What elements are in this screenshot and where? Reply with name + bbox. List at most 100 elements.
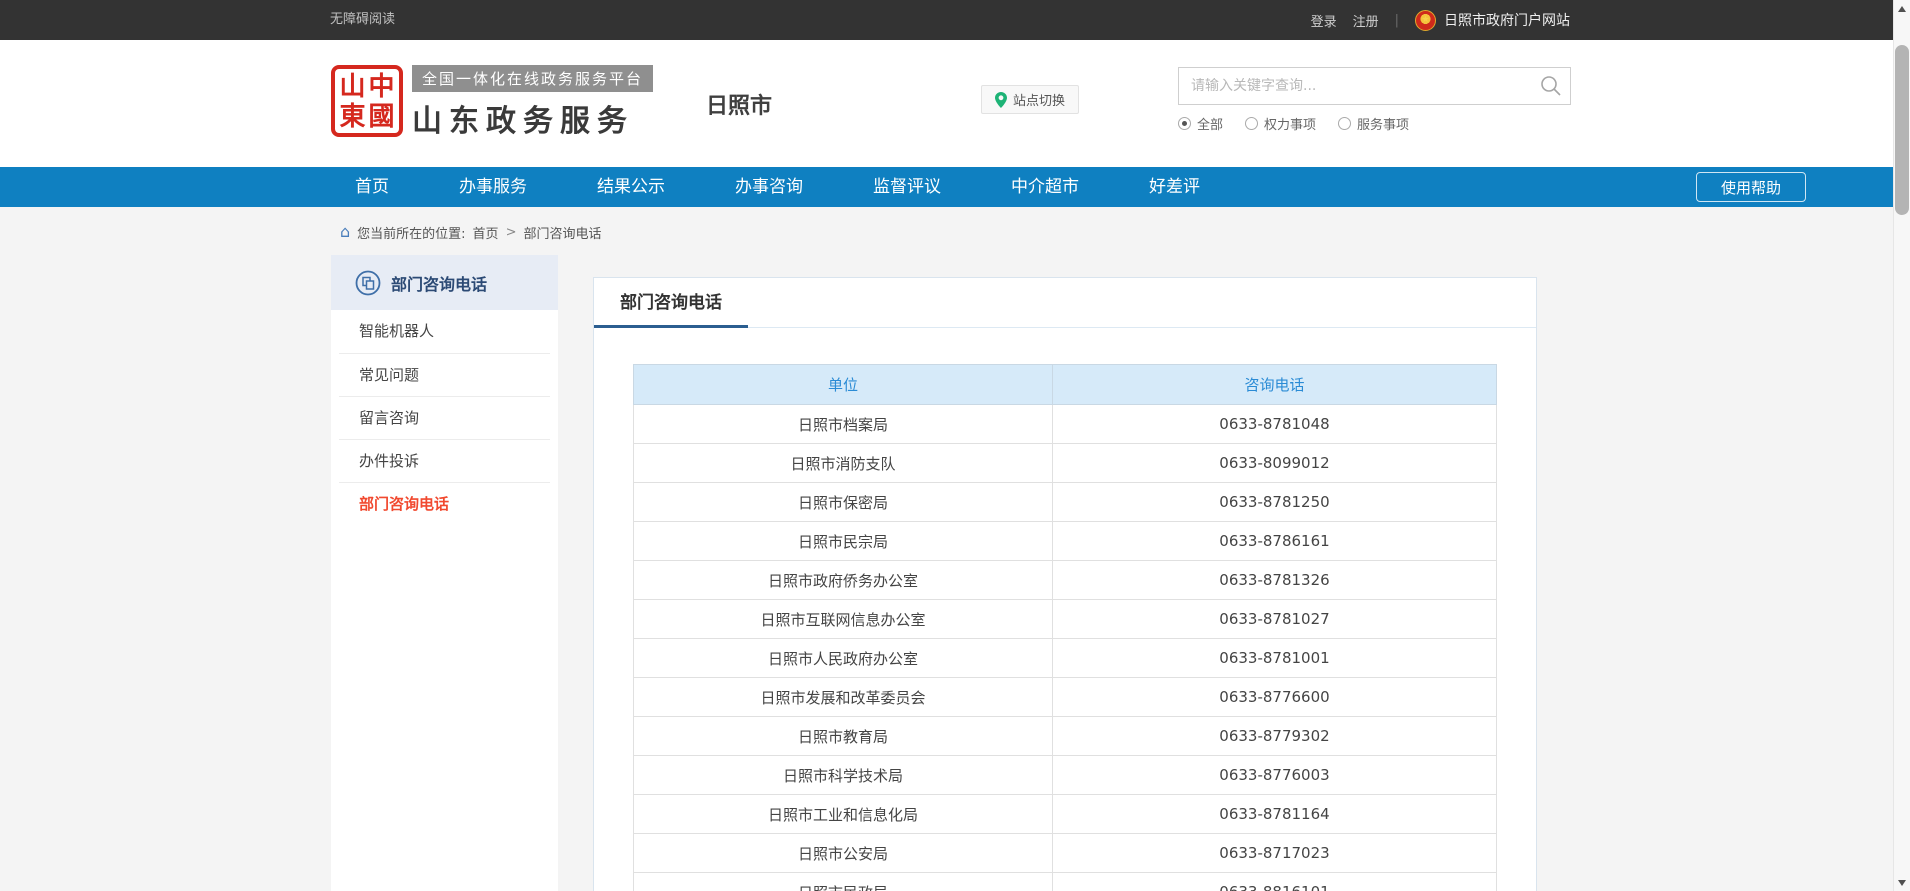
nav-item-home[interactable]: 首页: [355, 167, 389, 207]
phone-cell: 0633-8781027: [1053, 600, 1497, 639]
seal-char: 國: [367, 102, 396, 132]
scope-label: 权力事项: [1264, 114, 1316, 133]
table-row: 日照市科学技术局0633-8776003: [634, 756, 1497, 795]
unit-cell: 日照市档案局: [634, 405, 1053, 444]
scope-radio-all[interactable]: [1178, 117, 1191, 130]
seal-char: 山: [338, 72, 367, 102]
column-header-phone[interactable]: 咨询电话: [1053, 365, 1497, 405]
table-row: 日照市教育局0633-8779302: [634, 717, 1497, 756]
breadcrumb-prefix: 您当前所在的位置:: [357, 223, 465, 242]
portal-link[interactable]: ★ 日照市政府门户网站: [1415, 10, 1570, 31]
phone-cell: 0633-8781164: [1053, 795, 1497, 834]
search-button[interactable]: [1532, 68, 1570, 104]
site-switch-button[interactable]: 站点切换: [981, 85, 1079, 114]
phone-cell: 0633-8099012: [1053, 444, 1497, 483]
platform-banner: 全国一体化在线政务服务平台: [412, 65, 653, 92]
phone-cell: 0633-8786161: [1053, 522, 1497, 561]
login-link[interactable]: 登录: [1311, 11, 1337, 30]
phone-cell: 0633-8776600: [1053, 678, 1497, 717]
scope-option-service[interactable]: 服务事项: [1338, 114, 1409, 133]
search-scope-options: 全部 权力事项 服务事项: [1178, 114, 1409, 133]
help-button[interactable]: 使用帮助: [1696, 172, 1806, 202]
phone-cell: 0633-8717023: [1053, 834, 1497, 873]
table-row: 日照市人民政府办公室0633-8781001: [634, 639, 1497, 678]
sidebar-item-robot[interactable]: 智能机器人: [339, 310, 550, 353]
table-row: 日照市公安局0633-8717023: [634, 834, 1497, 873]
phone-cell: 0633-8779302: [1053, 717, 1497, 756]
down-arrow-icon: [1898, 880, 1906, 886]
unit-cell: 日照市政府侨务办公室: [634, 561, 1053, 600]
table-row: 日照市发展和改革委员会0633-8776600: [634, 678, 1497, 717]
scope-label: 服务事项: [1357, 114, 1409, 133]
main-nav: 首页 办事服务 结果公示 办事咨询 监督评议 中介超市 好差评 使用帮助: [0, 167, 1893, 207]
unit-cell: 日照市科学技术局: [634, 756, 1053, 795]
tab-bar: 部门咨询电话: [594, 278, 1536, 328]
search-icon: [1540, 75, 1562, 97]
nav-item-supervision[interactable]: 监督评议: [873, 167, 941, 207]
shandong-seal-icon: 山 中 東 國: [331, 65, 403, 137]
unit-cell: 日照市发展和改革委员会: [634, 678, 1053, 717]
main-panel: 部门咨询电话 单位 咨询电话 日照市档案局0633-8781048 日照市消防支…: [593, 277, 1537, 891]
sidebar-item-faq[interactable]: 常见问题: [339, 353, 550, 396]
scope-radio-service[interactable]: [1338, 117, 1351, 130]
vertical-scrollbar[interactable]: [1893, 0, 1910, 891]
unit-cell: 日照市工业和信息化局: [634, 795, 1053, 834]
table-row: 日照市工业和信息化局0633-8781164: [634, 795, 1497, 834]
nav-item-results[interactable]: 结果公示: [597, 167, 665, 207]
unit-cell: 日照市保密局: [634, 483, 1053, 522]
table-row: 日照市消防支队0633-8099012: [634, 444, 1497, 483]
sidebar-header: 部门咨询电话: [331, 255, 558, 310]
table-row: 日照市互联网信息办公室0633-8781027: [634, 600, 1497, 639]
nav-item-rating[interactable]: 好差评: [1149, 167, 1200, 207]
site-logo[interactable]: 山 中 東 國 全国一体化在线政务服务平台 山东政务服务: [331, 65, 653, 140]
national-emblem-icon: ★: [1415, 10, 1436, 31]
scrollbar-thumb[interactable]: [1895, 45, 1909, 215]
pages-icon: [355, 270, 381, 296]
accessibility-link[interactable]: 无障碍阅读: [330, 0, 395, 40]
unit-cell: 日照市互联网信息办公室: [634, 600, 1053, 639]
register-link[interactable]: 注册: [1353, 11, 1379, 30]
sidebar-item-complaint[interactable]: 办件投诉: [339, 439, 550, 482]
phone-cell: 0633-8816101: [1053, 873, 1497, 891]
nav-item-intermediary[interactable]: 中介超市: [1011, 167, 1079, 207]
table-row: 日照市民政局0633-8816101: [634, 873, 1497, 891]
brand-title: 山东政务服务: [412, 96, 653, 140]
breadcrumb-current: 部门咨询电话: [523, 223, 601, 242]
phone-cell: 0633-8781250: [1053, 483, 1497, 522]
column-header-unit[interactable]: 单位: [634, 365, 1053, 405]
sidebar: 部门咨询电话 智能机器人 常见问题 留言咨询 办件投诉 部门咨询电话: [331, 255, 558, 891]
sidebar-item-phones[interactable]: 部门咨询电话: [339, 482, 550, 525]
breadcrumb-home[interactable]: 首页: [473, 223, 499, 242]
tab-department-phones[interactable]: 部门咨询电话: [594, 278, 748, 328]
search-input[interactable]: [1179, 78, 1532, 94]
search-box: [1178, 67, 1571, 105]
nav-item-consult[interactable]: 办事咨询: [735, 167, 803, 207]
sidebar-title: 部门咨询电话: [391, 271, 487, 295]
phone-cell: 0633-8781048: [1053, 405, 1497, 444]
table-row: 日照市保密局0633-8781250: [634, 483, 1497, 522]
portal-name: 日照市政府门户网站: [1444, 10, 1570, 30]
phone-cell: 0633-8781326: [1053, 561, 1497, 600]
phone-table: 单位 咨询电话 日照市档案局0633-8781048 日照市消防支队0633-8…: [633, 364, 1497, 891]
sidebar-item-message[interactable]: 留言咨询: [339, 396, 550, 439]
table-row: 日照市民宗局0633-8786161: [634, 522, 1497, 561]
scope-radio-power[interactable]: [1245, 117, 1258, 130]
home-icon: ⌂: [340, 224, 350, 240]
phone-cell: 0633-8781001: [1053, 639, 1497, 678]
scope-label: 全部: [1197, 114, 1223, 133]
scroll-down-button[interactable]: [1894, 874, 1910, 891]
scroll-up-button[interactable]: [1894, 0, 1910, 17]
scope-option-power[interactable]: 权力事项: [1245, 114, 1316, 133]
top-utility-bar: 无障碍阅读 登录 注册 | ★ 日照市政府门户网站: [0, 0, 1893, 40]
up-arrow-icon: [1898, 6, 1906, 12]
nav-item-services[interactable]: 办事服务: [459, 167, 527, 207]
scope-option-all[interactable]: 全部: [1178, 114, 1223, 133]
unit-cell: 日照市民政局: [634, 873, 1053, 891]
unit-cell: 日照市教育局: [634, 717, 1053, 756]
location-pin-icon: [995, 92, 1007, 108]
unit-cell: 日照市人民政府办公室: [634, 639, 1053, 678]
current-city: 日照市: [706, 88, 772, 120]
site-header: 山 中 東 國 全国一体化在线政务服务平台 山东政务服务 日照市 站点切换 全部: [0, 40, 1893, 167]
content-area: ⌂ 您当前所在的位置: 首页 > 部门咨询电话 部门咨询电话 智能机器人 常见问…: [0, 207, 1893, 891]
table-row: 日照市档案局0633-8781048: [634, 405, 1497, 444]
